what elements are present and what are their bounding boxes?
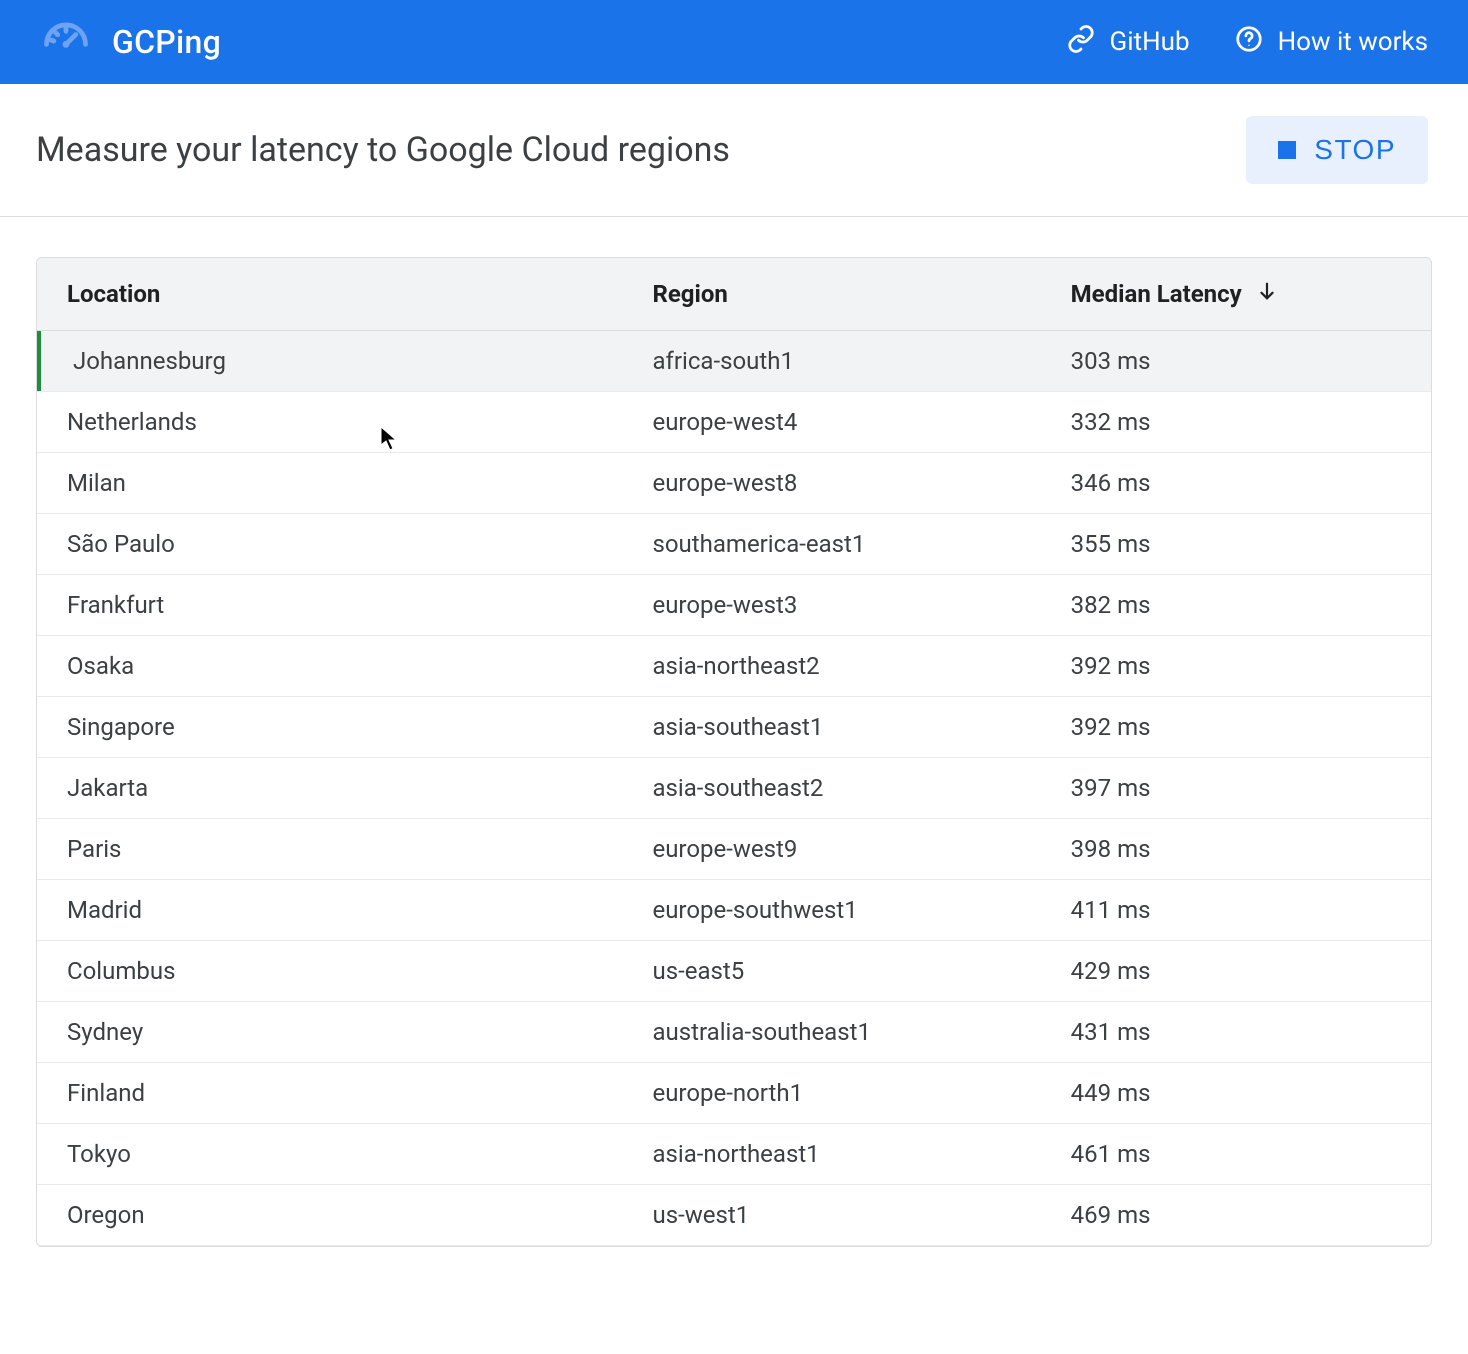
cell-location: Jakarta — [37, 758, 622, 819]
table-row[interactable]: Jakartaasia-southeast2397 ms — [37, 758, 1431, 819]
table-row[interactable]: Sydneyaustralia-southeast1431 ms — [37, 1002, 1431, 1063]
cell-location: Sydney — [37, 1002, 622, 1063]
header-nav: GitHub How it works — [1066, 24, 1428, 61]
cell-location: Singapore — [37, 697, 622, 758]
cell-location: Finland — [37, 1063, 622, 1124]
table-row[interactable]: São Paulosouthamerica-east1355 ms — [37, 514, 1431, 575]
table-row[interactable]: Frankfurteurope-west3382 ms — [37, 575, 1431, 636]
cell-region: asia-northeast1 — [622, 1124, 1040, 1185]
column-header-location-label: Location — [67, 280, 160, 308]
table-row[interactable]: Oregonus-west1469 ms — [37, 1185, 1431, 1246]
cell-latency: 303 ms — [1041, 331, 1431, 392]
cell-latency: 461 ms — [1041, 1124, 1431, 1185]
stop-button-label: STOP — [1314, 134, 1396, 166]
cell-region: us-east5 — [622, 941, 1040, 1002]
cell-latency: 469 ms — [1041, 1185, 1431, 1246]
cell-latency: 449 ms — [1041, 1063, 1431, 1124]
sort-descending-icon — [1256, 280, 1278, 308]
cell-region: asia-southeast2 — [622, 758, 1040, 819]
app-header: GCPing GitHub How it works — [0, 0, 1468, 84]
column-header-latency-label: Median Latency — [1071, 280, 1242, 308]
column-header-latency[interactable]: Median Latency — [1041, 258, 1431, 331]
cell-region: europe-north1 — [622, 1063, 1040, 1124]
cell-location: Paris — [37, 819, 622, 880]
github-link-label: GitHub — [1110, 27, 1190, 57]
how-it-works-label: How it works — [1278, 27, 1428, 57]
stop-button[interactable]: STOP — [1246, 116, 1428, 184]
cell-region: southamerica-east1 — [622, 514, 1040, 575]
cell-latency: 429 ms — [1041, 941, 1431, 1002]
latency-table: Location Region Median Latency — [36, 257, 1432, 1247]
how-it-works-link[interactable]: How it works — [1234, 24, 1428, 61]
brand: GCPing — [40, 14, 221, 70]
cell-region: australia-southeast1 — [622, 1002, 1040, 1063]
cell-location: Netherlands — [37, 392, 622, 453]
cell-region: africa-south1 — [622, 331, 1040, 392]
table-container: Location Region Median Latency — [0, 217, 1468, 1287]
cell-region: europe-west8 — [622, 453, 1040, 514]
github-link[interactable]: GitHub — [1066, 24, 1190, 61]
cell-region: asia-southeast1 — [622, 697, 1040, 758]
cell-location: Oregon — [37, 1185, 622, 1246]
cell-location: Milan — [37, 453, 622, 514]
help-icon — [1234, 24, 1264, 61]
cell-region: us-west1 — [622, 1185, 1040, 1246]
cell-latency: 332 ms — [1041, 392, 1431, 453]
stop-icon — [1278, 141, 1296, 159]
cell-location: Columbus — [37, 941, 622, 1002]
table-header-row: Location Region Median Latency — [37, 258, 1431, 331]
cell-latency: 392 ms — [1041, 636, 1431, 697]
table-row[interactable]: Pariseurope-west9398 ms — [37, 819, 1431, 880]
cell-latency: 392 ms — [1041, 697, 1431, 758]
cell-latency: 346 ms — [1041, 453, 1431, 514]
cell-location: Frankfurt — [37, 575, 622, 636]
cell-region: europe-west3 — [622, 575, 1040, 636]
cell-location: Johannesburg — [37, 331, 622, 392]
gauge-icon — [40, 14, 92, 70]
table-row[interactable]: Netherlandseurope-west4332 ms — [37, 392, 1431, 453]
table-row[interactable]: Madrideurope-southwest1411 ms — [37, 880, 1431, 941]
cell-location: Osaka — [37, 636, 622, 697]
table-row[interactable]: Finlandeurope-north1449 ms — [37, 1063, 1431, 1124]
table-row[interactable]: Osakaasia-northeast2392 ms — [37, 636, 1431, 697]
cell-latency: 398 ms — [1041, 819, 1431, 880]
app-title: GCPing — [112, 23, 221, 61]
cell-latency: 382 ms — [1041, 575, 1431, 636]
link-icon — [1066, 24, 1096, 61]
cell-latency: 355 ms — [1041, 514, 1431, 575]
page-title: Measure your latency to Google Cloud reg… — [36, 130, 730, 170]
cell-region: europe-west9 — [622, 819, 1040, 880]
subheader: Measure your latency to Google Cloud reg… — [0, 84, 1468, 217]
cell-region: europe-west4 — [622, 392, 1040, 453]
column-header-region[interactable]: Region — [622, 258, 1040, 331]
cell-location: Madrid — [37, 880, 622, 941]
cell-location: São Paulo — [37, 514, 622, 575]
table-row[interactable]: Columbusus-east5429 ms — [37, 941, 1431, 1002]
table-row[interactable]: Tokyoasia-northeast1461 ms — [37, 1124, 1431, 1185]
table-row[interactable]: Milaneurope-west8346 ms — [37, 453, 1431, 514]
cell-region: europe-southwest1 — [622, 880, 1040, 941]
cell-latency: 397 ms — [1041, 758, 1431, 819]
table-row[interactable]: Singaporeasia-southeast1392 ms — [37, 697, 1431, 758]
cell-latency: 411 ms — [1041, 880, 1431, 941]
cell-latency: 431 ms — [1041, 1002, 1431, 1063]
column-header-location[interactable]: Location — [37, 258, 622, 331]
cell-region: asia-northeast2 — [622, 636, 1040, 697]
column-header-region-label: Region — [652, 280, 727, 308]
cell-location: Tokyo — [37, 1124, 622, 1185]
table-row[interactable]: Johannesburgafrica-south1303 ms — [37, 331, 1431, 392]
